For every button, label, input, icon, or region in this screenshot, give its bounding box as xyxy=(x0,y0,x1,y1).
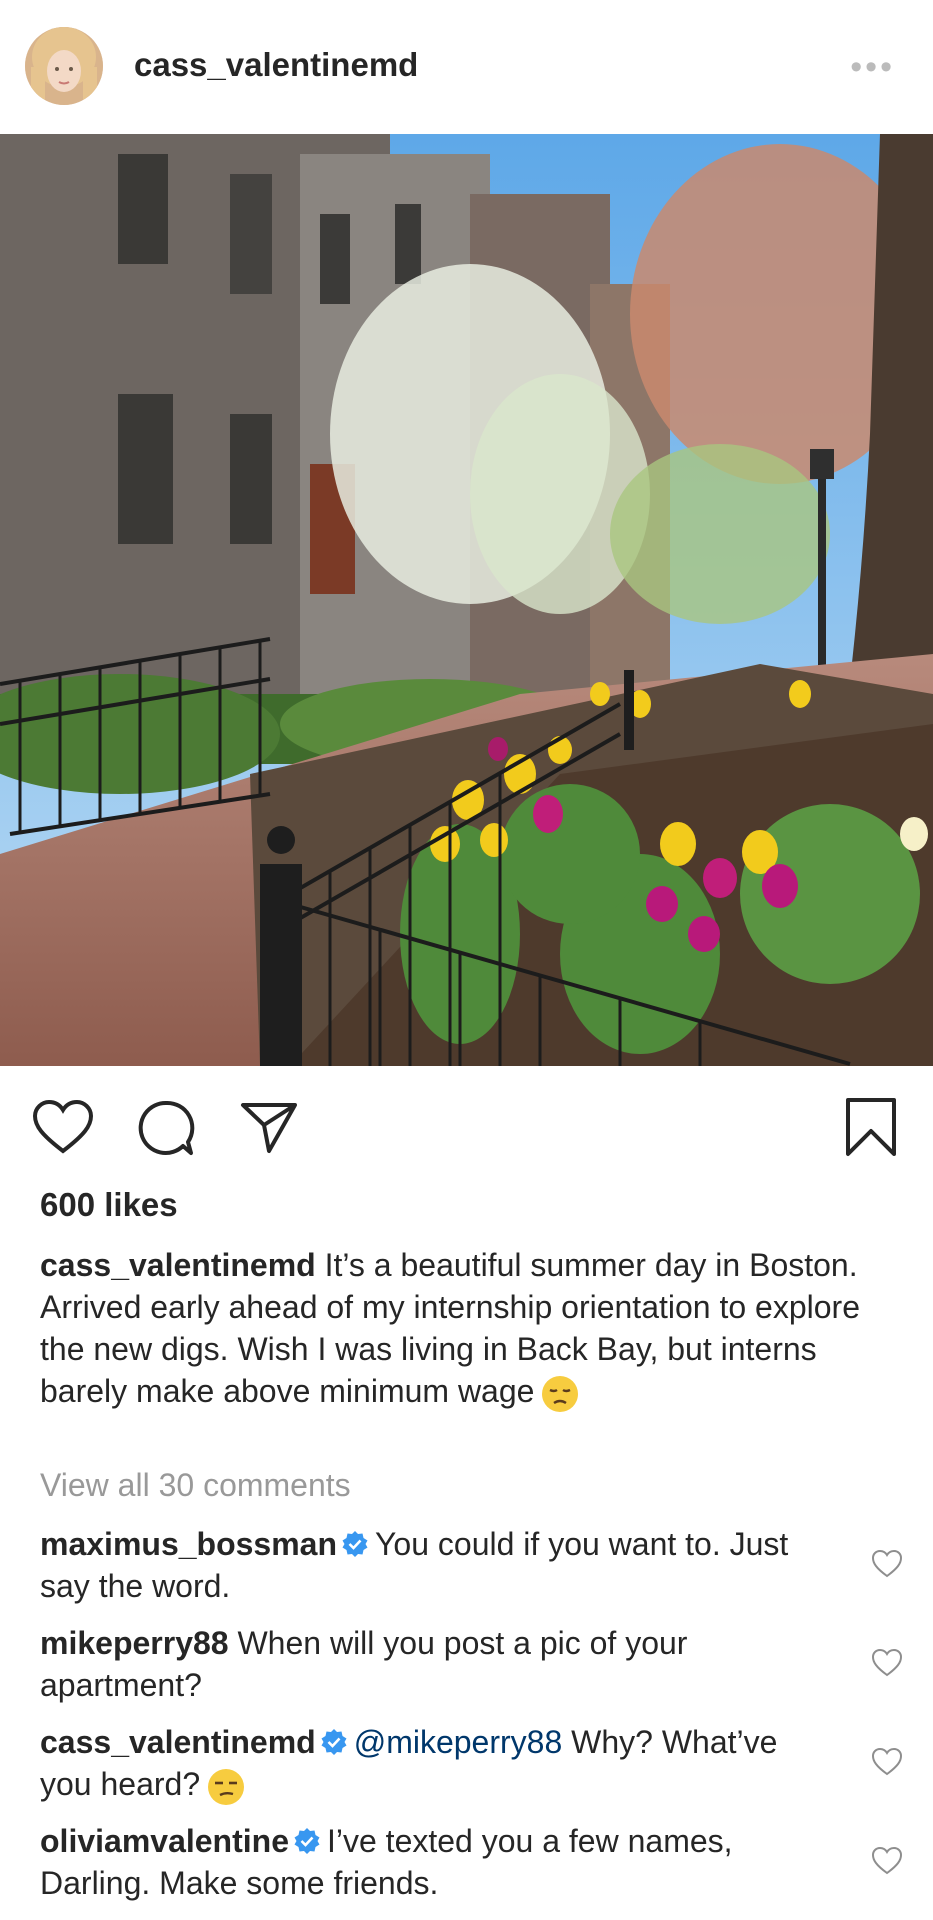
comment-username[interactable]: maximus_bossman xyxy=(40,1526,337,1562)
post-photo[interactable] xyxy=(0,134,933,1066)
likes-count[interactable]: 600 likes xyxy=(40,1186,178,1224)
comment-mention-link[interactable]: @mikeperry88 xyxy=(354,1724,563,1760)
unamused-face-emoji xyxy=(208,1768,245,1805)
comment-like-heart-icon[interactable] xyxy=(871,1549,903,1579)
disappointed-face-emoji xyxy=(542,1375,579,1412)
comment-item: maximus_bossman You could if you want to.… xyxy=(40,1523,830,1607)
verified-badge-icon xyxy=(294,1828,320,1854)
comment-username[interactable]: cass_valentinemd xyxy=(40,1724,316,1760)
verified-badge-icon xyxy=(321,1729,347,1755)
comment-like-heart-icon[interactable] xyxy=(871,1747,903,1777)
verified-badge-icon xyxy=(342,1531,368,1557)
comment-username[interactable]: oliviamvalentine xyxy=(40,1823,289,1859)
comment-item: cass_valentinemd @mikeperry88 Why? What’v… xyxy=(40,1721,830,1807)
paper-plane-icon[interactable] xyxy=(240,1101,298,1160)
comment-bubble-icon[interactable] xyxy=(137,1099,195,1162)
more-options-icon[interactable]: ••• xyxy=(850,50,895,84)
comment-like-heart-icon[interactable] xyxy=(871,1648,903,1678)
heart-icon[interactable] xyxy=(32,1099,94,1160)
caption-username[interactable]: cass_valentinemd xyxy=(40,1247,316,1283)
comment-item: mikeperry88 When will you post a pic of … xyxy=(40,1622,830,1706)
comment-item: oliviamvalentine I’ve texted you a few na… xyxy=(40,1820,830,1904)
comment-like-heart-icon[interactable] xyxy=(871,1846,903,1876)
bookmark-icon[interactable] xyxy=(845,1097,897,1162)
profile-avatar[interactable] xyxy=(25,27,103,105)
view-all-comments-link[interactable]: View all 30 comments xyxy=(40,1467,351,1504)
post-caption: cass_valentinemd It’s a beautiful summer… xyxy=(40,1244,900,1414)
post-username[interactable]: cass_valentinemd xyxy=(134,46,418,84)
post-header: cass_valentinemd ••• xyxy=(0,0,933,134)
action-bar xyxy=(0,1066,933,1196)
comment-username[interactable]: mikeperry88 xyxy=(40,1625,229,1661)
